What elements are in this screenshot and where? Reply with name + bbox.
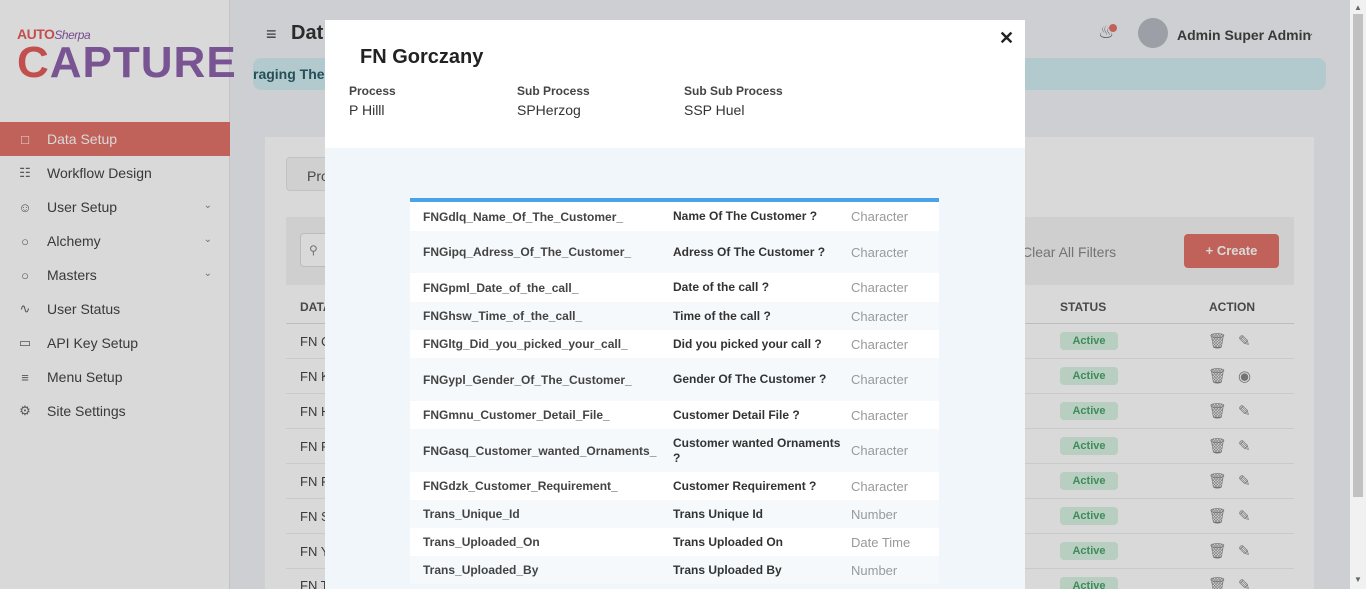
- field-row: FNGltg_Did_you_picked_your_call_ Did you…: [410, 330, 939, 358]
- modal-body: FNGdlq_Name_Of_The_Customer_ Name Of The…: [325, 148, 1025, 589]
- page-scrollbar[interactable]: ▲ ▼: [1350, 0, 1366, 589]
- field-name: FNGltg_Did_you_picked_your_call_: [423, 337, 628, 351]
- field-label: Date of the call ?: [673, 280, 770, 294]
- field-name: Trans_Unique_Id: [423, 507, 520, 521]
- meta-label: Process: [349, 84, 396, 98]
- meta-value: SSP Huel: [684, 102, 745, 118]
- field-label: Customer Requirement ?: [673, 478, 817, 493]
- field-label: Did you picked your call ?: [673, 336, 822, 351]
- field-row: Trans_Uploaded_On Trans Uploaded On Date…: [410, 528, 939, 556]
- field-type: Character: [851, 372, 909, 387]
- field-label: Trans Uploaded On: [673, 534, 784, 549]
- field-label: Time of the call ?: [673, 308, 771, 323]
- field-name: FNGypl_Gender_Of_The_Customer_: [423, 372, 632, 387]
- field-name: FNGdzk_Customer_Requirement_: [423, 479, 618, 493]
- scroll-down-arrow-icon[interactable]: ▼: [1354, 575, 1362, 584]
- field-label: Adress Of The Customer ?: [673, 244, 826, 259]
- field-row: Trans_Uploaded_By Trans Uploaded By Numb…: [410, 556, 939, 584]
- scrollbar-thumb[interactable]: [1353, 14, 1363, 497]
- field-type: Character: [851, 209, 909, 224]
- field-type: Character: [851, 244, 909, 260]
- field-type: Character: [851, 280, 909, 295]
- field-row: FNGdlq_Name_Of_The_Customer_ Name Of The…: [410, 202, 939, 231]
- field-row: FNGipq_Adress_Of_The_Customer_ Adress Of…: [410, 231, 939, 273]
- field-label: Trans Uploaded By: [673, 562, 782, 577]
- field-type: Date Time: [851, 534, 911, 550]
- field-name: FNGipq_Adress_Of_The_Customer_: [423, 245, 632, 259]
- field-row: FNGasq_Customer_wanted_Ornaments_ Custom…: [410, 429, 939, 472]
- close-icon[interactable]: ✕: [999, 28, 1014, 49]
- data-setup-modal: FN Gorczany ✕ Process P Hilll Sub Proces…: [325, 20, 1025, 589]
- meta-value: P Hilll: [349, 102, 385, 118]
- fields-table: FNGdlq_Name_Of_The_Customer_ Name Of The…: [410, 198, 939, 584]
- modal-title: FN Gorczany: [360, 46, 484, 68]
- field-label: Customer wanted Ornaments ?: [673, 435, 841, 465]
- field-type: Character: [851, 336, 909, 352]
- field-label: Trans Unique Id: [673, 506, 764, 521]
- field-name: Trans_Uploaded_On: [423, 535, 540, 549]
- field-name: FNGmnu_Customer_Detail_File_: [423, 408, 610, 422]
- field-type: Character: [851, 478, 909, 494]
- field-row: FNGmnu_Customer_Detail_File_ Customer De…: [410, 401, 939, 429]
- field-row: FNGdzk_Customer_Requirement_ Customer Re…: [410, 472, 939, 500]
- meta-process: Process P Hilll: [349, 84, 396, 118]
- field-row: FNGypl_Gender_Of_The_Customer_ Gender Of…: [410, 358, 939, 401]
- field-label: Customer Detail File ?: [673, 407, 800, 422]
- field-name: FNGdlq_Name_Of_The_Customer_: [423, 209, 624, 224]
- meta-label: Sub Sub Process: [684, 84, 783, 98]
- field-type: Number: [851, 506, 898, 522]
- field-row: Trans_Unique_Id Trans Unique Id Number: [410, 500, 939, 528]
- field-type: Number: [851, 562, 898, 578]
- field-type: Character: [851, 443, 909, 458]
- field-row: FNGhsw_Time_of_the_call_ Time of the cal…: [410, 302, 939, 330]
- field-type: Character: [851, 407, 909, 423]
- field-label: Gender Of The Customer ?: [673, 372, 827, 386]
- field-type: Character: [851, 308, 909, 324]
- meta-sub-sub-process: Sub Sub Process SSP Huel: [684, 84, 783, 118]
- field-label: Name Of The Customer ?: [673, 209, 818, 223]
- field-name: Trans_Uploaded_By: [423, 563, 539, 577]
- field-name: FNGhsw_Time_of_the_call_: [423, 309, 583, 323]
- field-name: FNGpml_Date_of_the_call_: [423, 280, 579, 295]
- meta-value: SPHerzog: [517, 102, 581, 118]
- scroll-up-arrow-icon[interactable]: ▲: [1354, 3, 1362, 12]
- field-name: FNGasq_Customer_wanted_Ornaments_: [423, 443, 657, 458]
- meta-sub-process: Sub Process SPHerzog: [517, 84, 590, 118]
- field-row: FNGpml_Date_of_the_call_ Date of the cal…: [410, 273, 939, 302]
- meta-label: Sub Process: [517, 84, 590, 98]
